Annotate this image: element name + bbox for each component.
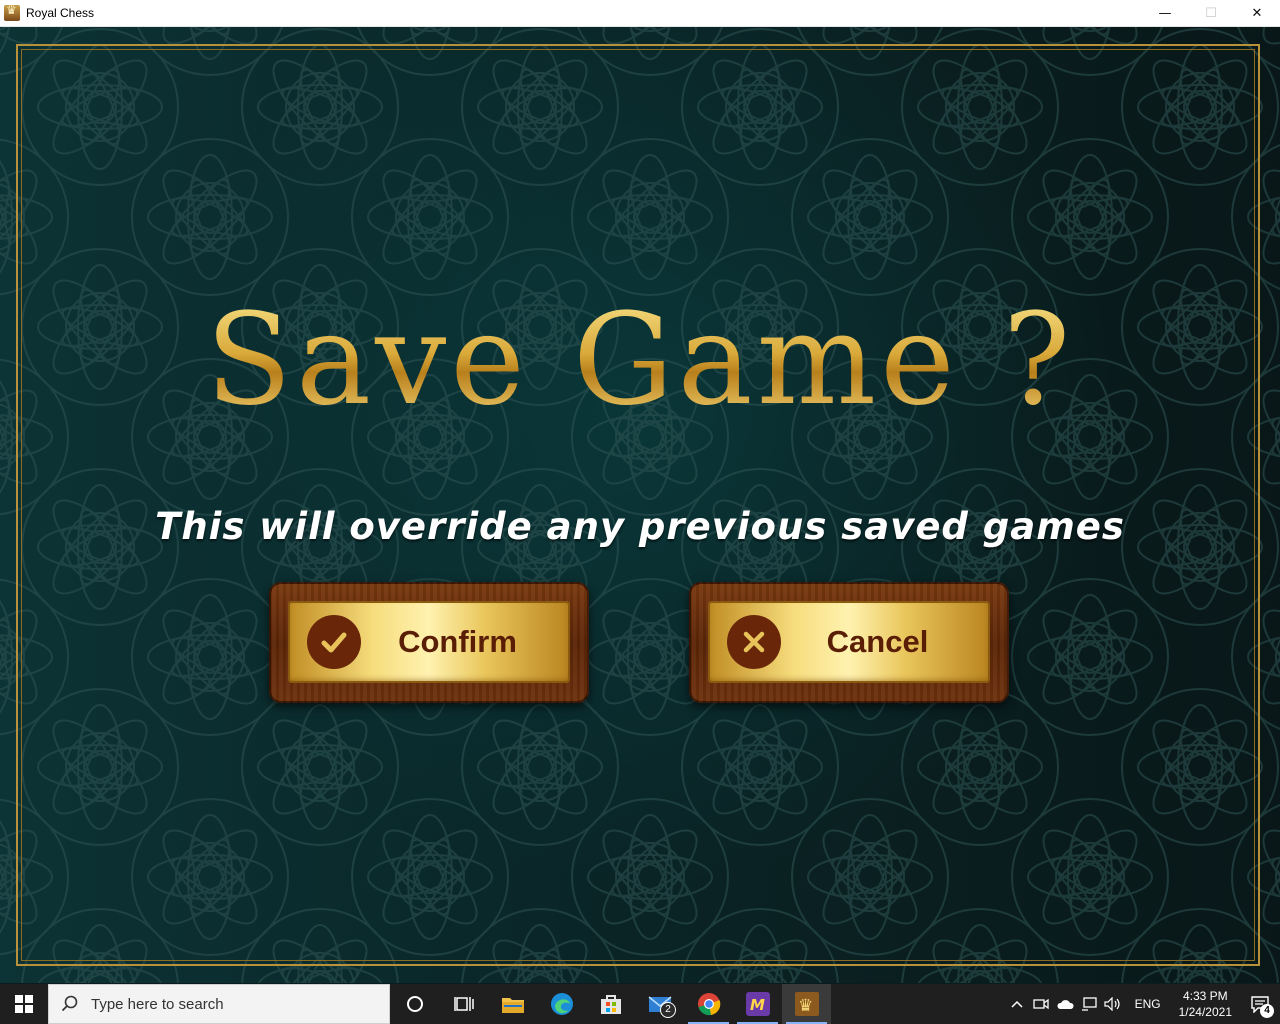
window-controls: — ☐ ✕ <box>1142 0 1280 26</box>
chrome-icon <box>697 993 720 1016</box>
task-view-icon <box>453 997 474 1011</box>
file-explorer-button[interactable] <box>488 984 537 1024</box>
edge-icon <box>550 993 573 1015</box>
royal-chess-app-icon <box>4 3 20 21</box>
close-button[interactable]: ✕ <box>1234 0 1280 26</box>
windows-taskbar: Type here to search 2 M ♛ ENG 4:33 PM 1/… <box>0 984 1280 1024</box>
window-titlebar: Royal Chess — ☐ ✕ <box>0 0 1280 27</box>
cortana-circle-icon <box>406 996 423 1012</box>
m-app-button[interactable]: M <box>733 984 782 1024</box>
mail-button[interactable]: 2 <box>635 984 684 1024</box>
system-tray: ENG 4:33 PM 1/24/2021 4 <box>1005 984 1280 1024</box>
x-icon <box>727 615 781 669</box>
clock-time: 4:33 PM <box>1182 989 1228 1003</box>
start-button[interactable] <box>0 984 48 1024</box>
mail-badge: 2 <box>660 1002 676 1018</box>
cancel-button[interactable]: Cancel <box>689 582 1009 703</box>
maximize-button[interactable]: ☐ <box>1188 0 1234 26</box>
svg-text:M: M <box>750 996 765 1014</box>
check-icon <box>307 615 361 669</box>
royal-chess-taskbar-button[interactable]: ♛ <box>782 984 831 1024</box>
taskbar-clock[interactable]: 4:33 PM 1/24/2021 <box>1179 988 1232 1020</box>
cancel-button-face[interactable]: Cancel <box>708 601 990 683</box>
window-title: Royal Chess <box>26 6 95 20</box>
confirm-button-label: Confirm <box>398 624 517 659</box>
chess-crown-icon: ♛ <box>794 992 819 1016</box>
chrome-button[interactable] <box>684 984 733 1024</box>
meet-now-icon[interactable] <box>1029 984 1053 1024</box>
clock-date: 1/24/2021 <box>1178 1005 1232 1019</box>
task-view-button[interactable] <box>439 984 488 1024</box>
save-game-heading: Save Game ? <box>0 297 1280 423</box>
game-canvas: Save Game ? This will override any previ… <box>0 27 1280 983</box>
volume-icon[interactable] <box>1101 984 1125 1024</box>
folder-icon <box>501 998 524 1013</box>
store-bag-icon <box>600 995 621 1014</box>
cortana-button[interactable] <box>390 984 439 1024</box>
search-placeholder: Type here to search <box>91 995 224 1013</box>
microsoft-store-button[interactable] <box>586 984 635 1024</box>
network-icon[interactable] <box>1077 984 1101 1024</box>
show-hidden-icons-chevron-icon[interactable] <box>1005 984 1029 1024</box>
action-center-button[interactable]: 4 <box>1240 984 1280 1024</box>
onedrive-cloud-icon[interactable] <box>1053 984 1077 1024</box>
search-icon <box>61 995 78 1012</box>
windows-logo-icon <box>15 995 33 1013</box>
m-app-icon: M <box>745 992 770 1016</box>
svg-text:♛: ♛ <box>798 996 813 1016</box>
confirm-button[interactable]: Confirm <box>269 582 589 703</box>
cancel-button-label: Cancel <box>826 624 929 659</box>
override-warning-message: This will override any previous saved ga… <box>155 505 1125 548</box>
notification-count-badge: 4 <box>1260 1004 1274 1018</box>
minimize-button[interactable]: — <box>1142 0 1188 26</box>
input-language-indicator[interactable]: ENG <box>1135 997 1161 1011</box>
confirm-button-face[interactable]: Confirm <box>288 601 570 683</box>
edge-browser-button[interactable] <box>537 984 586 1024</box>
taskbar-search-box[interactable]: Type here to search <box>48 984 390 1024</box>
